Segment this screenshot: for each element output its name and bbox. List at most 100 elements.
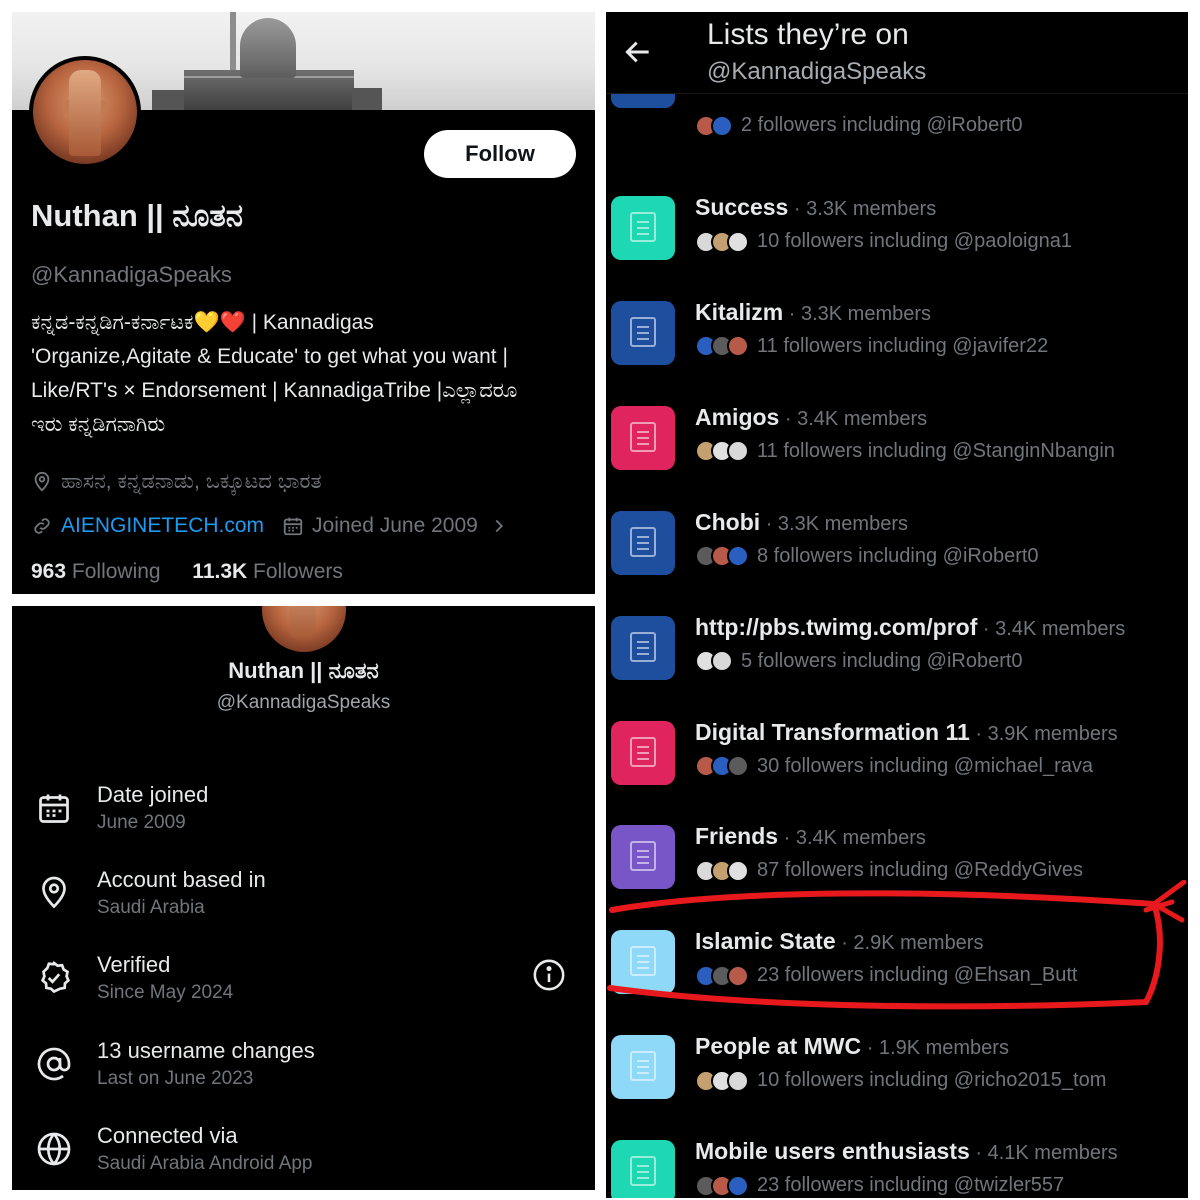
list-name: http://pbs.twimg.com/prof bbox=[695, 613, 978, 640]
list-followers-text: 5 followers including @iRobert0 bbox=[741, 649, 1023, 672]
list-title-row: Friends · 3.4K members bbox=[695, 823, 926, 850]
list-icon bbox=[611, 510, 675, 575]
list-item[interactable]: Digital Transformation 11 · 3.9K members… bbox=[606, 707, 1188, 812]
list-item[interactable]: Friends · 3.4K members 87 followers inclu… bbox=[606, 811, 1188, 916]
follow-counts: 963 Following 11.3K Followers bbox=[31, 560, 343, 584]
chevron-right-icon[interactable] bbox=[488, 515, 510, 537]
follower-avatar bbox=[727, 545, 749, 568]
about-name: Nuthan || ನೂತನ bbox=[228, 658, 379, 683]
calendar-icon bbox=[283, 517, 303, 536]
avatar bbox=[262, 606, 346, 652]
list-name: Friends bbox=[695, 823, 779, 850]
follower-avatar bbox=[727, 755, 749, 777]
list-followers-row: 11 followers including @javifer22 bbox=[695, 335, 1048, 358]
followers-link[interactable]: 11.3K Followers bbox=[192, 560, 343, 583]
about-connected-via: Connected via Saudi Arabia Android App bbox=[36, 1123, 576, 1183]
list-followers-text: 10 followers including @richo2015_tom bbox=[757, 1069, 1107, 1092]
list-title-row: Kitalizm · 3.3K members bbox=[695, 299, 931, 326]
website-link[interactable]: AIENGINETECH.com bbox=[61, 514, 264, 538]
verified-badge-icon bbox=[40, 960, 71, 994]
about-item-subtitle: Since May 2024 bbox=[97, 982, 234, 1003]
follower-avatar bbox=[727, 859, 749, 882]
follower-avatar bbox=[727, 1174, 749, 1197]
document-icon bbox=[630, 1051, 656, 1082]
list-item[interactable]: Mobile users enthusiasts · 4.1K members 2… bbox=[606, 1126, 1188, 1198]
list-name: Mobile users enthusiasts bbox=[695, 1138, 970, 1165]
list-item[interactable]: http://pbs.twimg.com/prof · 3.4K members… bbox=[606, 602, 1188, 707]
profile-location: ಹಾಸನ, ಕನ್ನಡನಾಡು, ಒಕ್ಕೂಟದ ಭಾರತ bbox=[31, 470, 322, 494]
about-item-subtitle: Saudi Arabia bbox=[97, 897, 205, 918]
list-member-count: · 2.9K members bbox=[841, 932, 984, 955]
list-icon bbox=[611, 196, 675, 260]
list-followers-row: 30 followers including @michael_rava bbox=[695, 755, 1093, 778]
list-member-count: · 3.3K members bbox=[765, 512, 908, 535]
list-member-count: · 3.3K members bbox=[793, 198, 937, 220]
about-item-subtitle: Saudi Arabia Android App bbox=[97, 1153, 313, 1174]
bio-line: ಇರು ಕನ್ನಡಿಗನಾಗಿರು bbox=[31, 413, 166, 436]
list-title-row: Mobile users enthusiasts · 4.1K members bbox=[695, 1138, 1118, 1165]
calendar-icon bbox=[39, 794, 69, 823]
list-followers-row: 10 followers including @paoloigna1 bbox=[695, 230, 1072, 253]
list-member-count: · 4.1K members bbox=[975, 1142, 1118, 1165]
about-account-panel: Nuthan || ನೂತನ @KannadigaSpeaks Date joi… bbox=[12, 606, 595, 1190]
list-followers-text: 8 followers including @iRobert0 bbox=[757, 544, 1039, 567]
list-icon bbox=[611, 720, 675, 785]
about-item-title: Connected via bbox=[97, 1123, 238, 1148]
profile-panel: Follow Nuthan || ನೂತನ @KannadigaSpeaks ಕ… bbox=[12, 12, 595, 594]
document-icon bbox=[630, 736, 656, 767]
list-followers-row: 8 followers including @iRobert0 bbox=[695, 545, 1039, 568]
following-link[interactable]: 963 Following bbox=[31, 560, 161, 583]
back-arrow-icon[interactable] bbox=[622, 36, 654, 68]
list-item[interactable]: Amigos · 3.4K members 11 followers includ… bbox=[606, 392, 1188, 497]
bio-line: ಕನ್ನಡ-ಕನ್ನಡಿಗ-ಕರ್ನಾಟಕ💛❤️ | Kannadigas bbox=[31, 311, 374, 334]
follower-avatar bbox=[727, 964, 749, 987]
list-followers-text: 23 followers including @twizler557 bbox=[757, 1174, 1065, 1197]
list-icon bbox=[611, 405, 675, 470]
list-item[interactable]: Islamic State · 2.9K members 23 followers… bbox=[606, 916, 1188, 1021]
location-text: ಹಾಸನ, ಕನ್ನಡನಾಡು, ಒಕ್ಕೂಟದ ಭಾರತ bbox=[61, 470, 322, 493]
follower-avatars bbox=[695, 230, 749, 253]
list-item[interactable]: Success · 3.3K members 10 followers inclu… bbox=[606, 182, 1188, 287]
follower-avatars bbox=[695, 440, 749, 463]
list-title-row: People at MWC · 1.9K members bbox=[695, 1033, 1009, 1060]
document-icon bbox=[630, 526, 656, 557]
document-icon bbox=[630, 212, 656, 242]
info-icon[interactable] bbox=[532, 958, 566, 992]
list-item[interactable]: People at MWC · 1.9K members 10 followers… bbox=[606, 1021, 1188, 1126]
avatar[interactable] bbox=[29, 56, 141, 168]
list-name: Success bbox=[695, 194, 789, 220]
follower-avatars bbox=[695, 1069, 749, 1092]
list-followers-row: 23 followers including @Ehsan_Butt bbox=[695, 964, 1078, 987]
document-icon bbox=[630, 946, 656, 977]
list-name: Chobi bbox=[695, 508, 761, 535]
follower-avatar bbox=[727, 335, 749, 358]
follower-avatars bbox=[695, 964, 749, 987]
list-followers-text: 11 followers including @javifer22 bbox=[757, 334, 1049, 357]
follower-avatars bbox=[695, 545, 749, 568]
profile-bio: ಕನ್ನಡ-ಕನ್ನಡಿಗ-ಕರ್ನಾಟಕ💛❤️ | Kannadigas 'O… bbox=[31, 306, 586, 442]
lists-panel: Lists they’re on @KannadigaSpeaks 2 foll… bbox=[606, 12, 1188, 1198]
document-icon bbox=[630, 421, 656, 452]
follower-avatars bbox=[695, 335, 749, 358]
follower-avatar bbox=[711, 114, 733, 137]
list-icon bbox=[611, 300, 675, 365]
list-item[interactable]: Chobi · 3.3K members 8 followers includin… bbox=[606, 497, 1188, 602]
bio-line: 'Organize,Agitate & Educate' to get what… bbox=[31, 345, 508, 368]
list-name: Islamic State bbox=[695, 928, 836, 955]
page-subtitle-handle: @KannadigaSpeaks bbox=[707, 58, 927, 85]
about-username-changes: 13 username changes Last on June 2023 bbox=[36, 1038, 576, 1098]
document-icon bbox=[630, 841, 656, 872]
list-name: Digital Transformation 11 bbox=[695, 718, 970, 745]
list-followers-text: 30 followers including @michael_rava bbox=[757, 754, 1094, 777]
list-member-count: · 3.3K members bbox=[788, 302, 932, 325]
joined-date: Joined June 2009 bbox=[312, 514, 478, 537]
link-icon bbox=[34, 518, 50, 534]
list-item[interactable]: Kitalizm · 3.3K members 11 followers incl… bbox=[606, 287, 1188, 392]
list-icon bbox=[611, 930, 675, 995]
list-followers-row: 10 followers including @richo2015_tom bbox=[695, 1069, 1106, 1092]
document-icon bbox=[630, 316, 656, 347]
follow-button[interactable]: Follow bbox=[424, 130, 576, 178]
follower-avatar bbox=[727, 1069, 749, 1092]
follower-avatars bbox=[695, 1174, 749, 1197]
list-name: Amigos bbox=[695, 403, 780, 430]
